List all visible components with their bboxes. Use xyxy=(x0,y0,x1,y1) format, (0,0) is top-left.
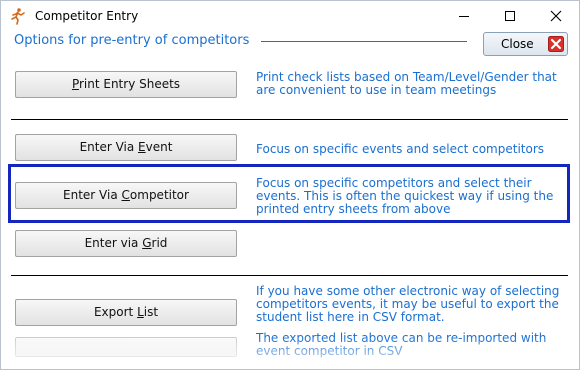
button-label-part: vent xyxy=(145,140,173,154)
button-label-part: Export xyxy=(93,305,138,319)
enter-via-event-button[interactable]: Enter Via Event xyxy=(15,134,237,161)
accelerator-key: G xyxy=(142,236,152,250)
bottom-fade xyxy=(1,337,579,369)
export-list-description: If you have some other electronic way of… xyxy=(256,284,560,324)
button-label-part: ist xyxy=(143,305,159,319)
export-list-button[interactable]: Export List xyxy=(15,299,237,326)
button-label-part: rid xyxy=(151,236,168,250)
print-entry-sheets-button[interactable]: Print Entry Sheets xyxy=(15,71,237,98)
maximize-button[interactable] xyxy=(487,1,533,31)
enter-via-event-description: Focus on specific events and select comp… xyxy=(256,142,545,156)
competitor-entry-window: Competitor Entry Options for pre-entry o… xyxy=(0,0,580,370)
button-label-part: rint Entry Sheets xyxy=(78,77,181,91)
window-close-button[interactable] xyxy=(533,1,579,31)
window-title: Competitor Entry xyxy=(35,9,139,23)
header-divider xyxy=(261,41,467,42)
close-button-label: Close xyxy=(501,37,534,51)
button-label-part: Enter Via xyxy=(63,188,122,202)
title-bar[interactable]: Competitor Entry xyxy=(1,1,579,31)
button-label-part: Enter via xyxy=(84,236,143,250)
close-button[interactable]: Close xyxy=(483,32,568,56)
print-entry-sheets-description: Print check lists based on Team/Level/Ge… xyxy=(256,70,557,97)
enter-via-competitor-description: Focus on specific competitors and select… xyxy=(256,176,554,216)
minimize-icon xyxy=(459,16,469,17)
runner-app-icon xyxy=(11,8,25,25)
close-icon xyxy=(550,10,562,22)
separator xyxy=(11,119,568,120)
enter-via-competitor-button[interactable]: Enter Via Competitor xyxy=(15,182,237,209)
close-x-icon xyxy=(548,36,564,52)
accelerator-key: P xyxy=(71,77,79,91)
accelerator-key: L xyxy=(137,305,144,319)
maximize-icon xyxy=(505,11,515,21)
section-header: Options for pre-entry of competitors xyxy=(14,33,250,48)
accelerator-key: C xyxy=(121,188,130,202)
button-label-part: ompetitor xyxy=(129,188,189,202)
minimize-button[interactable] xyxy=(441,1,487,31)
button-label-part: Enter Via xyxy=(79,140,139,154)
separator xyxy=(11,275,568,276)
enter-via-grid-button[interactable]: Enter via Grid xyxy=(15,230,237,257)
accelerator-key: E xyxy=(138,140,146,154)
